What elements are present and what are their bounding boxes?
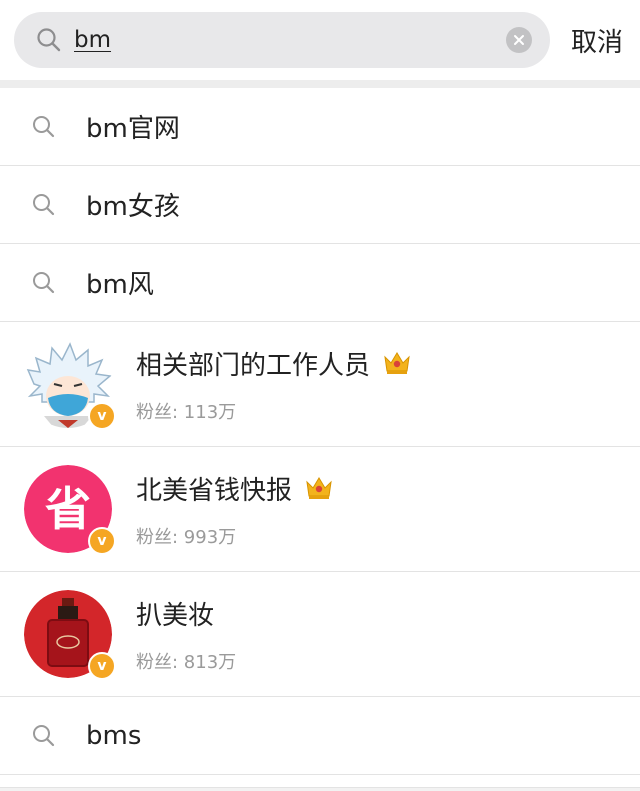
verified-badge-icon: v xyxy=(88,652,116,680)
close-icon xyxy=(514,35,524,45)
clear-search-button[interactable] xyxy=(506,27,532,53)
query-suggestion[interactable]: bm风 xyxy=(0,244,640,322)
crown-icon xyxy=(306,477,332,499)
avatar-logo-text: 省 xyxy=(45,482,91,536)
verified-badge-icon: v xyxy=(88,527,116,555)
user-info: 相关部门的工作人员 粉丝: 113万 xyxy=(136,345,412,424)
search-icon xyxy=(33,115,55,137)
search-bar: 取消 xyxy=(0,0,640,80)
fan-count: 粉丝: 113万 xyxy=(136,401,237,423)
search-input[interactable] xyxy=(74,20,506,60)
avatar[interactable]: 省 v xyxy=(24,465,116,555)
cancel-button[interactable]: 取消 xyxy=(550,22,640,59)
search-icon xyxy=(33,193,55,215)
user-suggestion[interactable]: v 扒美妆 粉丝: 813万 xyxy=(0,572,640,697)
crown-icon xyxy=(384,352,410,374)
user-name: 相关部门的工作人员 xyxy=(136,350,371,381)
query-suggestion[interactable]: bm官网 xyxy=(0,88,640,166)
search-box[interactable] xyxy=(14,12,550,68)
user-suggestion[interactable]: v 相关部门的工作人员 粉丝: 113万 xyxy=(0,322,640,447)
fan-count: 粉丝: 993万 xyxy=(136,526,237,548)
verified-badge-icon: v xyxy=(88,402,116,430)
search-icon xyxy=(33,271,55,293)
user-info: 北美省钱快报 粉丝: 993万 xyxy=(136,470,334,549)
suggestion-list: bm官网 bm女孩 bm风 v 相关部门的工作人员 粉丝: 113万 省 v 北… xyxy=(0,88,640,788)
query-suggestion[interactable]: bm女孩 xyxy=(0,166,640,244)
query-suggestion[interactable]: bms xyxy=(0,697,640,775)
user-suggestion[interactable]: 省 v 北美省钱快报 粉丝: 993万 xyxy=(0,447,640,572)
user-info: 扒美妆 粉丝: 813万 xyxy=(136,595,236,674)
search-icon xyxy=(33,724,55,746)
list-end xyxy=(0,775,640,788)
query-suggestion-label: bms xyxy=(86,720,142,751)
search-icon xyxy=(37,28,61,52)
user-name: 扒美妆 xyxy=(136,600,215,631)
avatar[interactable]: v xyxy=(24,340,116,430)
query-suggestion-label: bm女孩 xyxy=(86,192,180,222)
avatar[interactable]: v xyxy=(24,590,116,680)
query-suggestion-label: bm风 xyxy=(86,270,154,300)
fan-count: 粉丝: 813万 xyxy=(136,651,237,673)
user-name: 北美省钱快报 xyxy=(136,475,293,506)
query-suggestion-label: bm官网 xyxy=(86,114,180,144)
divider xyxy=(0,80,640,88)
